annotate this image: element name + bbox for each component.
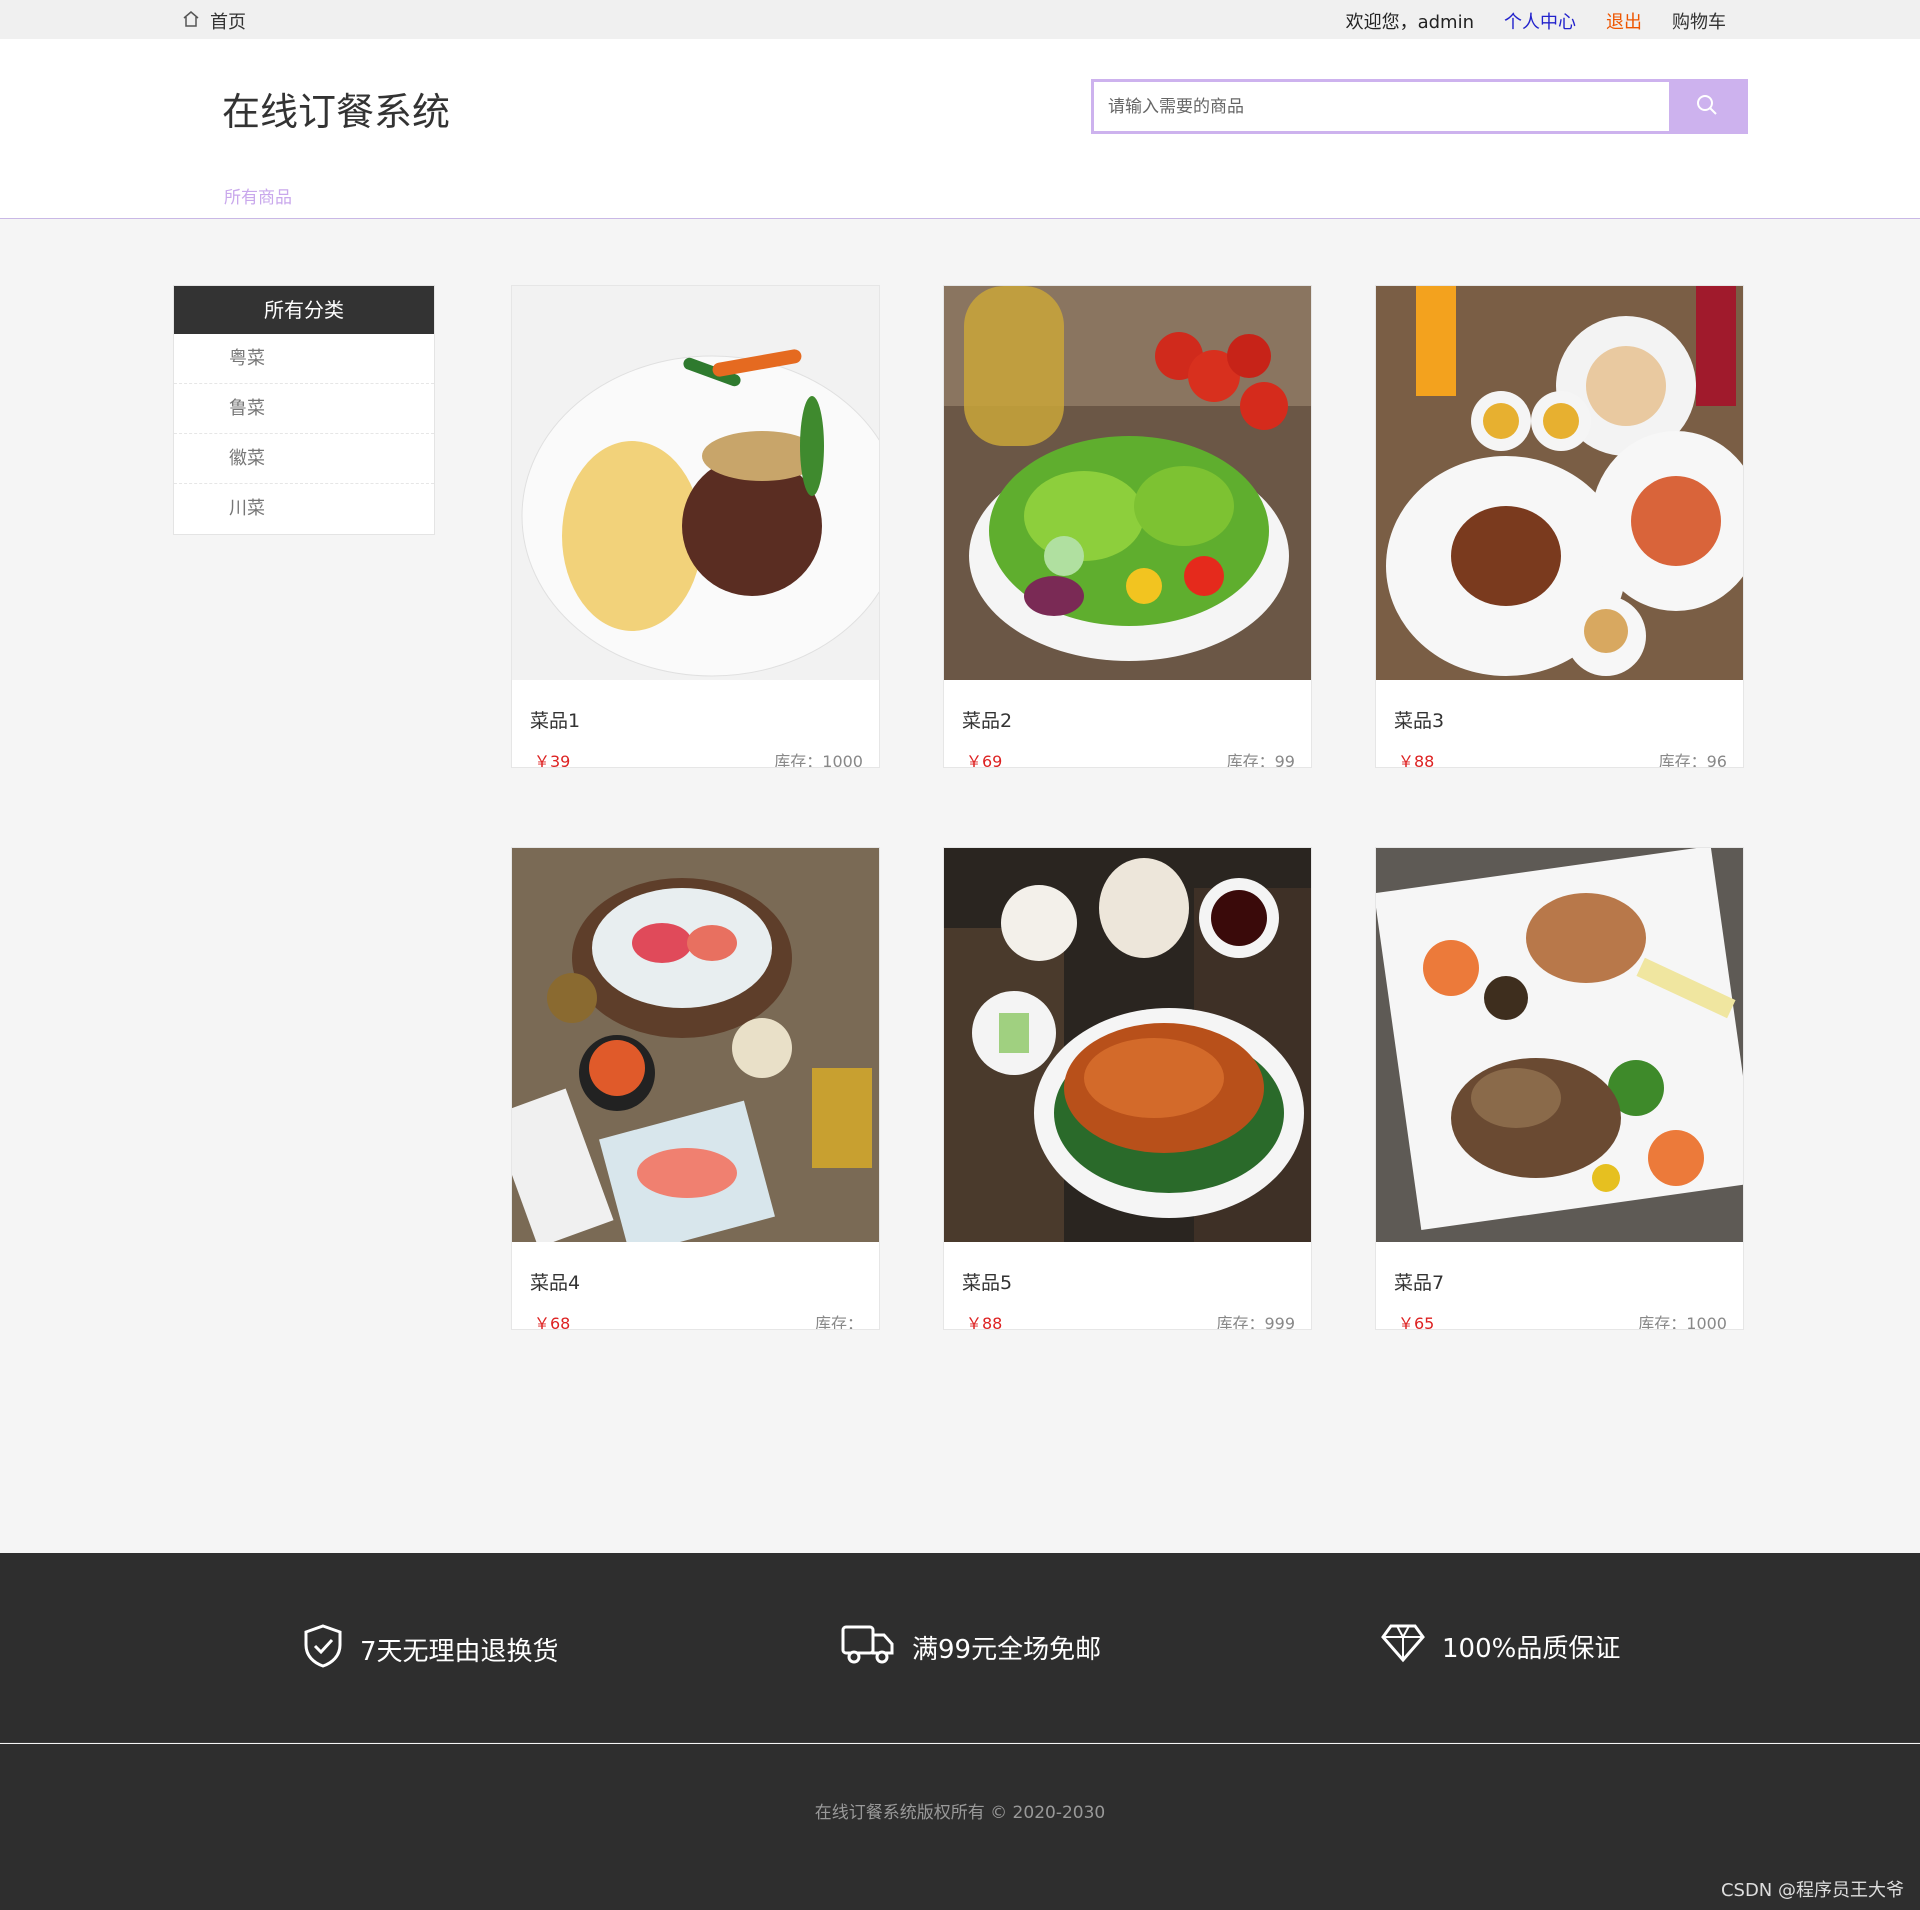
feature-label: 100%品质保证: [1442, 1634, 1621, 1664]
home-link[interactable]: 首页: [182, 8, 246, 34]
product-stock: 库存：96: [1658, 752, 1727, 768]
welcome-text: 欢迎您，admin: [1345, 12, 1474, 33]
feature-label: 满99元全场免邮: [912, 1635, 1102, 1665]
personal-center-link[interactable]: 个人中心: [1504, 8, 1576, 34]
truck-icon: [840, 1623, 912, 1672]
product-stock: 库存：1000: [1638, 1314, 1727, 1330]
product-price: ￥65: [1398, 1314, 1435, 1330]
product-name: 菜品4: [530, 1272, 581, 1294]
copyright-text: 在线订餐系统版权所有 © 2020-2030: [814, 1803, 1106, 1823]
product-price: ￥68: [534, 1314, 571, 1330]
category-item-chuan[interactable]: 川菜: [174, 484, 434, 534]
footer-bottom: 在线订餐系统版权所有 © 2020-2030 CSDN @程序员王大爷: [0, 1744, 1920, 1910]
product-image[interactable]: [1376, 848, 1743, 1242]
product-name: 菜品1: [530, 710, 581, 732]
logout-link[interactable]: 退出: [1606, 8, 1642, 34]
product-image[interactable]: [512, 848, 879, 1242]
product-name: 菜品2: [962, 710, 1013, 732]
product-name: 菜品3: [1394, 710, 1445, 732]
diamond-icon: [1380, 1623, 1442, 1670]
product-image[interactable]: [944, 286, 1311, 680]
product-image[interactable]: [512, 286, 879, 680]
search-bar: [1091, 79, 1748, 134]
product-name: 菜品7: [1394, 1272, 1445, 1294]
category-title: 所有分类: [174, 286, 434, 334]
product-price: ￥39: [534, 752, 571, 768]
product-card[interactable]: 菜品2 ￥69 库存：99: [943, 285, 1312, 768]
category-sidebar: 所有分类 粤菜 鲁菜 徽菜 川菜: [173, 285, 435, 535]
top-bar: 首页 欢迎您，admin 个人中心 退出 购物车: [0, 0, 1920, 39]
product-name: 菜品5: [962, 1272, 1013, 1294]
product-card[interactable]: 菜品1 ￥39 库存：1000: [511, 285, 880, 768]
search-icon: [1695, 93, 1719, 121]
feature-label: 7天无理由退换货: [360, 1637, 559, 1667]
product-price: ￥69: [966, 752, 1003, 768]
product-image[interactable]: [1376, 286, 1743, 680]
home-icon: [182, 10, 210, 33]
product-stock: 库存：99: [1226, 752, 1295, 768]
product-card[interactable]: 菜品5 ￥88 库存：999: [943, 847, 1312, 1330]
product-stock: 库存：1000: [774, 752, 863, 768]
watermark-text: CSDN @程序员王大爷: [1720, 1880, 1904, 1901]
shield-check-icon: [302, 1623, 360, 1676]
product-card[interactable]: 菜品4 ￥68 库存：: [511, 847, 880, 1330]
feature-free-shipping: 满99元全场免邮: [840, 1623, 1101, 1672]
product-stock: 库存：: [814, 1314, 863, 1330]
product-price: ￥88: [966, 1314, 1003, 1330]
product-price: ￥88: [1398, 752, 1435, 768]
search-input[interactable]: [1094, 82, 1669, 131]
category-item-hui[interactable]: 徽菜: [174, 434, 434, 484]
search-button[interactable]: [1669, 82, 1745, 131]
footer-features: 7天无理由退换货 满99元全场免邮 100%品质保证: [0, 1553, 1920, 1743]
site-logo[interactable]: 在线订餐系统: [222, 81, 450, 136]
nav-all-products[interactable]: 所有商品: [224, 183, 292, 208]
feature-return: 7天无理由退换货: [302, 1623, 559, 1676]
header: 在线订餐系统 所有商品: [0, 39, 1920, 219]
feature-quality: 100%品质保证: [1380, 1623, 1620, 1670]
product-image[interactable]: [944, 848, 1311, 1242]
product-stock: 库存：999: [1216, 1314, 1295, 1330]
category-item-lu[interactable]: 鲁菜: [174, 384, 434, 434]
home-label: 首页: [210, 12, 246, 33]
product-card[interactable]: 菜品7 ￥65 库存：1000: [1375, 847, 1744, 1330]
category-item-yue[interactable]: 粤菜: [174, 334, 434, 384]
cart-link[interactable]: 购物车: [1672, 8, 1726, 34]
product-card[interactable]: 菜品3 ￥88 库存：96: [1375, 285, 1744, 768]
